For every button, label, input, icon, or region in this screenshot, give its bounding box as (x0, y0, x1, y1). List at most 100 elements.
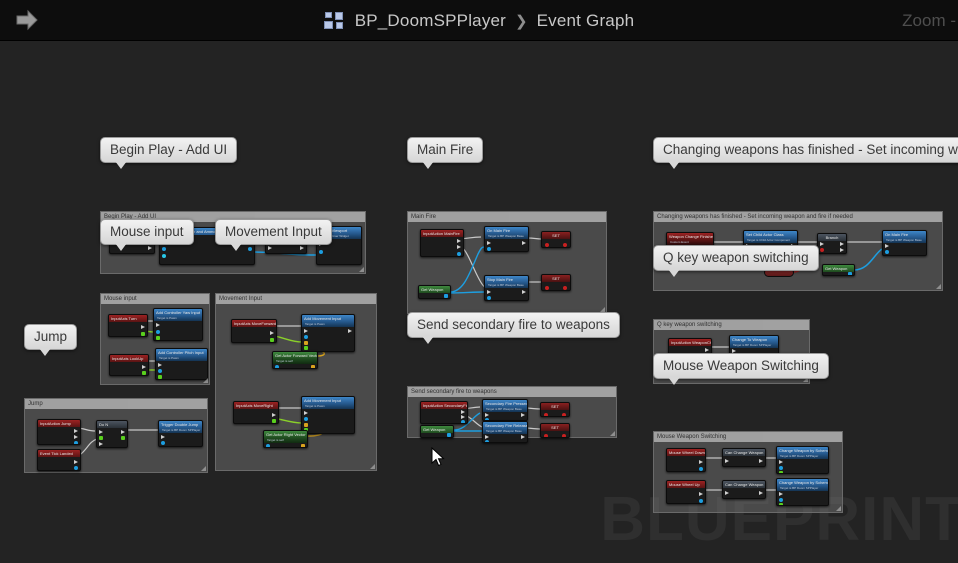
pin-key-out[interactable] (457, 252, 461, 256)
pin-exec-in[interactable] (820, 242, 824, 246)
pin-target-in[interactable] (158, 369, 162, 373)
pin-weapon-out[interactable] (444, 294, 448, 298)
pin-pressed-out[interactable] (699, 460, 703, 464)
pin-in[interactable] (544, 413, 548, 416)
pin-released-out[interactable] (461, 415, 465, 419)
callout-main-fire[interactable]: Main Fire (407, 137, 484, 169)
pin-out[interactable] (562, 413, 566, 416)
pin-exec-in[interactable] (268, 246, 272, 250)
node-inputaction-secondaryfire[interactable]: InputAction SecondaryFire (420, 401, 468, 424)
pin-exec-out[interactable] (141, 325, 145, 329)
comment-resize-handle[interactable] (936, 284, 941, 289)
pin-exec-in[interactable] (725, 459, 729, 463)
pin-world-direction-in[interactable] (304, 423, 308, 427)
pin-return-out[interactable] (248, 247, 252, 251)
pin-return-out[interactable] (311, 365, 315, 368)
pin-pressed-out[interactable] (457, 239, 461, 243)
node-add-controller-yaw-input[interactable]: Add Controller Yaw Input Target is Pawn (153, 308, 203, 341)
pin-false-out[interactable] (840, 248, 844, 252)
node-stop-main-fire[interactable]: Stop Main Fire Target is BP Weapon Base (484, 275, 529, 301)
pin-key-out[interactable] (461, 420, 465, 423)
pin-exit-out[interactable] (121, 430, 125, 434)
node-can-change-weapon-up[interactable]: Can Change Weapon (722, 480, 766, 499)
comment-jump[interactable]: Jump InputAction Jump Event Tick Landed … (24, 398, 208, 473)
pin-exec-in[interactable] (779, 460, 783, 464)
pin-exec-out[interactable] (272, 413, 276, 417)
pin-out[interactable] (563, 243, 567, 247)
pin-exec-out[interactable] (300, 246, 304, 250)
comment-resize-handle[interactable] (203, 378, 208, 383)
comment-resize-handle[interactable] (836, 506, 841, 511)
pin-condition-in[interactable] (820, 248, 824, 252)
pin-weapon-out[interactable] (447, 433, 451, 437)
pin-pressed-out[interactable] (705, 348, 709, 352)
pin-exec-in[interactable] (487, 290, 491, 294)
comment-resize-handle[interactable] (201, 466, 206, 471)
pin-target-in[interactable] (779, 498, 783, 502)
breadcrumb-graph-name[interactable]: Event Graph (537, 11, 635, 31)
comment-resize-handle[interactable] (610, 431, 615, 436)
pin-target-in[interactable] (319, 250, 323, 254)
node-add-movement-input-right[interactable]: Add Movement Input Target is Pawn (301, 396, 355, 434)
pin-exec-out[interactable] (348, 329, 352, 333)
callout-secondary-fire[interactable]: Send secondary fire to weapons (407, 312, 620, 344)
pin-exec-in[interactable] (156, 323, 160, 327)
comment-resize-handle[interactable] (370, 464, 375, 469)
pin-owning-player-in[interactable] (162, 254, 166, 258)
pin-target-in[interactable] (156, 330, 160, 334)
callout-mouse-input[interactable]: Mouse input (100, 219, 194, 251)
node-on-main-fire-change[interactable]: On Main Fire Target is BP Weapon Base (882, 230, 927, 256)
node-secondary-fire-released[interactable]: Secondary Fire Released Target is BP Wea… (482, 421, 528, 443)
comment-main-fire[interactable]: Main Fire InputAction MainFire On Main F… (407, 211, 607, 314)
pin-axis-value-out[interactable] (142, 371, 146, 375)
pin-counter-out[interactable] (121, 436, 125, 440)
pin-enter-in[interactable] (99, 430, 103, 434)
pin-exec-out[interactable] (522, 241, 526, 245)
pin-out[interactable] (563, 286, 567, 290)
node-inputaction-mainfire[interactable]: InputAction MainFire (420, 229, 464, 257)
pin-exec-out[interactable] (270, 331, 274, 335)
comment-secondary-fire[interactable]: Send secondary fire to weapons InputActi… (407, 386, 617, 443)
node-on-main-fire[interactable]: On Main Fire Target is BP Weapon Base (484, 226, 529, 252)
pin-exec-in[interactable] (304, 411, 308, 415)
pin-exec-out[interactable] (759, 459, 763, 463)
pin-scale-value-in[interactable] (304, 346, 308, 350)
pin-target-in[interactable] (487, 296, 491, 300)
node-can-change-weapon-down[interactable]: Can Change Weapon (722, 448, 766, 467)
pin-exec-out[interactable] (142, 365, 146, 369)
pin-class-in[interactable] (162, 247, 166, 251)
pin-target-in[interactable] (304, 417, 308, 421)
pin-released-out[interactable] (457, 245, 461, 249)
pin-key-out[interactable] (74, 441, 78, 444)
pin-reset-in[interactable] (99, 442, 103, 446)
pin-axis-value-out[interactable] (141, 332, 145, 336)
pin-world-direction-in[interactable] (304, 341, 308, 345)
pin-exec-out[interactable] (759, 491, 763, 495)
pin-in[interactable] (545, 286, 549, 290)
pin-pressed-out[interactable] (74, 429, 78, 433)
callout-changing-weapons[interactable]: Changing weapons has finished - Set inco… (653, 137, 958, 169)
node-add-movement-input-forward[interactable]: Add Movement Input Target is Pawn (301, 314, 355, 352)
node-mouse-wheel-up[interactable]: Mouse Wheel Up (666, 480, 706, 504)
pin-key-out[interactable] (699, 499, 703, 503)
pin-true-out[interactable] (840, 242, 844, 246)
pin-axis-value-out[interactable] (270, 338, 274, 342)
pin-exec-in[interactable] (487, 241, 491, 245)
comment-mouse-input[interactable]: Mouse input InputAxis Turn Add Controlle… (100, 293, 210, 385)
node-set-secondary-pressed[interactable]: SET (540, 402, 570, 417)
pin-out[interactable] (562, 434, 566, 437)
pin-direction-in[interactable] (779, 503, 783, 505)
node-secondary-fire-pressed[interactable]: Secondary Fire Pressed Target is BP Weap… (482, 399, 528, 421)
callout-begin-play[interactable]: Begin Play - Add UI (100, 137, 238, 169)
node-set-secondary-released[interactable]: SET (540, 423, 570, 438)
pin-hit-out[interactable] (74, 466, 78, 470)
node-event-landed[interactable]: Event Tick Landed (37, 449, 81, 471)
node-inputaxis-moveright[interactable]: InputAxis MoveRight (233, 401, 279, 424)
node-trigger-double-jump[interactable]: Trigger Double Jump Target is BP Doom SP… (158, 420, 203, 447)
pin-exec-in[interactable] (158, 363, 162, 367)
node-do-n[interactable]: Do N (96, 420, 128, 448)
node-get-weapon[interactable]: Get Weapon (418, 285, 451, 299)
breadcrumb-asset-name[interactable]: BP_DoomSPPlayer (355, 11, 506, 31)
node-set-main-fire[interactable]: SET (541, 231, 571, 248)
pin-target-in[interactable] (485, 440, 489, 442)
